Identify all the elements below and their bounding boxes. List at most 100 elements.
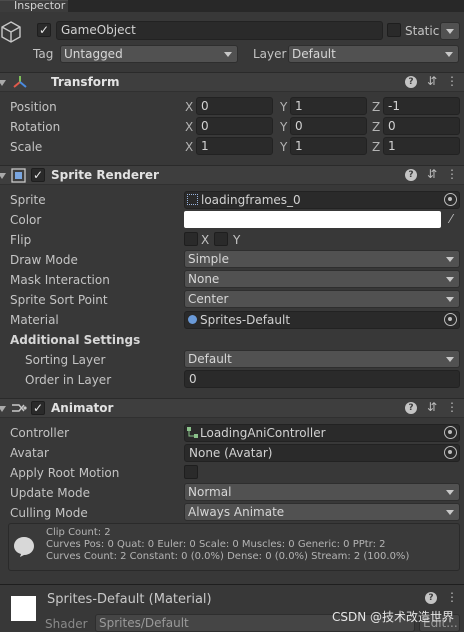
color-label: Color (10, 213, 42, 227)
sorting-layer-dropdown[interactable]: Default (184, 350, 460, 368)
sprite-asset-icon (187, 194, 198, 205)
chevron-down-icon (446, 510, 454, 515)
gameobject-name-field[interactable]: GameObject (56, 21, 383, 40)
rotation-y-axis-label[interactable]: Y (280, 120, 287, 134)
scale-y-field[interactable]: 1 (290, 137, 367, 155)
static-label: Static (405, 24, 440, 38)
info-icon (13, 536, 35, 558)
position-z-field[interactable]: -1 (383, 97, 460, 115)
checkmark-icon: ✓ (32, 168, 44, 182)
culling-mode-label: Culling Mode (10, 506, 88, 520)
material-object-field[interactable]: Sprites-Default (184, 311, 460, 329)
chevron-down-icon (446, 29, 454, 34)
help-icon[interactable]: ? (425, 592, 437, 604)
animator-icon (11, 401, 27, 415)
chevron-down-icon (445, 52, 453, 57)
layer-label: Layer (253, 47, 287, 61)
more-options-icon[interactable]: ⋮ (446, 590, 458, 604)
window-tab-bar (0, 0, 464, 12)
scale-z-field[interactable]: 1 (383, 137, 460, 155)
tag-dropdown[interactable]: Untagged (60, 45, 238, 63)
position-y-axis-label[interactable]: Y (280, 100, 287, 114)
more-options-icon[interactable]: ⋮ (446, 74, 458, 88)
avatar-object-field[interactable]: None (Avatar) (184, 444, 460, 462)
scale-x-field[interactable]: 1 (196, 137, 273, 155)
rotation-label: Rotation (10, 120, 61, 134)
position-z-axis-label[interactable]: Z (372, 100, 380, 114)
gameobject-active-checkbox[interactable]: ✓ (37, 23, 51, 37)
more-options-icon[interactable]: ⋮ (446, 400, 458, 414)
more-options-icon[interactable]: ⋮ (446, 167, 458, 181)
rotation-y-field[interactable]: 0 (290, 117, 367, 135)
sprite-label: Sprite (10, 193, 46, 207)
controller-object-field[interactable]: LoadingAniController (184, 424, 460, 442)
transform-icon (12, 75, 28, 89)
apply-root-motion-checkbox[interactable] (184, 465, 198, 479)
chevron-down-icon (446, 297, 454, 302)
object-picker-icon[interactable] (444, 193, 457, 206)
position-x-field[interactable]: 0 (196, 97, 273, 115)
rotation-x-axis-label[interactable]: X (185, 120, 193, 134)
sprite-renderer-enabled-checkbox[interactable]: ✓ (31, 168, 45, 182)
order-in-layer-field[interactable]: 0 (184, 370, 460, 388)
flip-y-checkbox[interactable] (214, 232, 228, 246)
color-swatch[interactable] (184, 211, 441, 228)
mask-interaction-dropdown[interactable]: None (184, 270, 460, 288)
animator-enabled-checkbox[interactable]: ✓ (31, 401, 45, 415)
info-curves-count: Curves Count: 2 Constant: 0 (0.0%) Dense… (46, 551, 410, 562)
position-x-axis-label[interactable]: X (185, 100, 193, 114)
foldout-arrow-icon[interactable] (0, 80, 6, 86)
apply-root-motion-label: Apply Root Motion (10, 466, 120, 480)
scale-y-axis-label[interactable]: Y (280, 140, 287, 154)
update-mode-dropdown[interactable]: Normal (184, 483, 460, 501)
inspector-tab-label: Inspector (14, 0, 66, 12)
flip-y-label: Y (233, 233, 241, 247)
material-label: Material (10, 313, 59, 327)
material-panel-title: Sprites-Default (Material) (47, 592, 212, 607)
position-y-field[interactable]: 1 (290, 97, 367, 115)
scale-z-axis-label[interactable]: Z (372, 140, 380, 154)
chevron-down-icon (446, 257, 454, 262)
sprite-object-field[interactable]: loadingframes_0 (184, 191, 460, 209)
chevron-down-icon (446, 490, 454, 495)
static-dropdown[interactable] (440, 22, 460, 40)
culling-mode-dropdown[interactable]: Always Animate (184, 503, 460, 521)
presets-icon[interactable]: ⇵ (425, 167, 439, 181)
sprite-sort-point-dropdown[interactable]: Center (184, 290, 460, 308)
rotation-z-field[interactable]: 0 (383, 117, 460, 135)
info-curves-pos: Curves Pos: 0 Quat: 0 Euler: 0 Scale: 0 … (46, 539, 386, 550)
presets-icon[interactable]: ⇵ (425, 400, 439, 414)
material-sphere-icon (188, 315, 197, 324)
layer-dropdown[interactable]: Default (288, 45, 459, 63)
object-picker-icon[interactable] (444, 446, 457, 459)
draw-mode-label: Draw Mode (10, 253, 78, 267)
animator-controller-icon (187, 427, 198, 438)
help-icon[interactable]: ? (405, 402, 417, 414)
sorting-layer-label: Sorting Layer (25, 353, 106, 367)
object-picker-icon[interactable] (444, 313, 457, 326)
shader-label: Shader (45, 617, 88, 631)
help-icon[interactable]: ? (405, 76, 417, 88)
presets-icon[interactable]: ⇵ (425, 74, 439, 88)
static-checkbox[interactable] (387, 23, 401, 37)
gameobject-cube-icon (0, 20, 22, 46)
avatar-label: Avatar (10, 446, 49, 460)
scale-x-axis-label[interactable]: X (185, 140, 193, 154)
additional-settings-foldout[interactable]: Additional Settings (10, 333, 140, 347)
material-preview-swatch (11, 596, 36, 621)
order-in-layer-label: Order in Layer (25, 373, 112, 387)
rotation-x-field[interactable]: 0 (196, 117, 273, 135)
eyedropper-icon[interactable]: ⁄ (444, 212, 458, 226)
chevron-down-icon (446, 357, 454, 362)
sprite-renderer-title: Sprite Renderer (51, 168, 159, 182)
object-picker-icon[interactable] (444, 426, 457, 439)
position-label: Position (10, 100, 57, 114)
animator-title: Animator (51, 401, 114, 415)
foldout-arrow-icon[interactable] (0, 173, 6, 179)
help-icon[interactable]: ? (405, 169, 417, 181)
foldout-arrow-icon[interactable] (0, 406, 6, 412)
flip-x-checkbox[interactable] (184, 232, 198, 246)
inspector-tab[interactable]: Inspector (0, 0, 68, 12)
draw-mode-dropdown[interactable]: Simple (184, 250, 460, 268)
rotation-z-axis-label[interactable]: Z (372, 120, 380, 134)
